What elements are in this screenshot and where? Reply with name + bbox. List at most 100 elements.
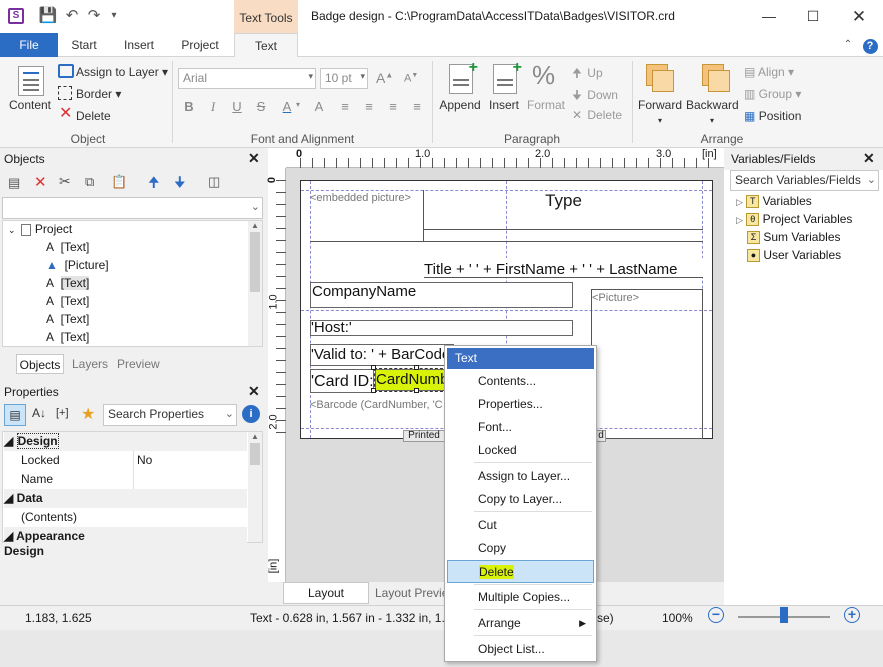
zoom-slider-thumb[interactable] bbox=[780, 607, 788, 623]
tab-preview-pane[interactable]: Preview bbox=[117, 357, 160, 371]
delete-object-icon[interactable]: ✕ bbox=[34, 173, 47, 191]
object-tree-scrollbar[interactable]: ▲ bbox=[248, 221, 262, 346]
tab-project[interactable]: Project bbox=[172, 33, 228, 57]
help-icon[interactable]: ? bbox=[860, 34, 880, 56]
company-name-field[interactable]: CompanyName bbox=[310, 282, 573, 308]
properties-scrollbar[interactable]: ▲ bbox=[248, 432, 262, 542]
tree-item-text[interactable]: A [Text] bbox=[46, 292, 89, 310]
var-item-user-variables[interactable]: ● User Variables bbox=[747, 246, 841, 264]
format-button[interactable]: Format bbox=[524, 98, 568, 112]
assign-to-layer-button[interactable]: Assign to Layer ▾ bbox=[76, 65, 168, 79]
menu-item-assign-to-layer[interactable]: Assign to Layer... bbox=[447, 465, 594, 488]
info-icon[interactable]: i bbox=[242, 405, 260, 423]
selection-handle[interactable] bbox=[414, 365, 419, 370]
position-button[interactable]: ▦ Position bbox=[744, 109, 801, 123]
favorites-star-icon[interactable]: ★ bbox=[81, 404, 95, 424]
search-variables-input[interactable]: Search Variables/Fields ⌄ bbox=[730, 170, 879, 191]
save-icon[interactable]: 💾 bbox=[38, 6, 58, 26]
menu-item-object-list[interactable]: Object List... bbox=[447, 638, 594, 661]
tab-insert[interactable]: Insert bbox=[114, 33, 164, 57]
object-selector-combo[interactable]: ⌄ bbox=[2, 197, 263, 219]
border-button[interactable]: Border ▾ bbox=[76, 87, 121, 101]
insert-paragraph-button[interactable]: Insert bbox=[482, 98, 526, 112]
menu-item-arrange[interactable]: Arrange ▶ bbox=[447, 612, 594, 635]
tab-start[interactable]: Start bbox=[62, 33, 106, 57]
tree-item-text[interactable]: A [Text] bbox=[46, 310, 89, 328]
sort-alpha-icon[interactable]: A↓ bbox=[32, 406, 46, 420]
tree-item-text[interactable]: A [Text] bbox=[46, 238, 89, 256]
valid-to-field[interactable]: 'Valid to: ' + BarCode bbox=[310, 344, 454, 366]
move-up-button[interactable]: 🠉 Up bbox=[572, 64, 603, 85]
var-item-project-variables[interactable]: ▷ θ Project Variables bbox=[736, 210, 852, 228]
text-effects-icon[interactable]: A bbox=[310, 98, 328, 116]
move-down-button[interactable]: 🠋 Down bbox=[572, 86, 618, 107]
delete-paragraph-button[interactable]: ✕ Delete bbox=[572, 108, 622, 122]
font-color-dropdown-icon[interactable]: ▾ bbox=[296, 100, 300, 109]
redo-icon[interactable]: ↷ bbox=[84, 6, 104, 26]
tree-item-project[interactable]: ⌄ Project bbox=[8, 220, 72, 238]
align-center-icon[interactable]: ≡ bbox=[360, 98, 378, 116]
tab-layers[interactable]: Layers bbox=[72, 357, 108, 371]
delete-object-button[interactable]: Delete bbox=[76, 109, 111, 123]
tree-item-picture[interactable]: ▲ [Picture] bbox=[46, 256, 109, 274]
bold-icon[interactable]: B bbox=[180, 98, 198, 116]
undo-icon[interactable]: ↶ bbox=[62, 6, 82, 26]
minimize-button[interactable]: — bbox=[746, 0, 792, 33]
var-item-variables[interactable]: ▷ T Variables bbox=[736, 192, 812, 210]
property-category-data[interactable]: ◢ Data bbox=[4, 489, 247, 508]
tab-file[interactable]: File bbox=[0, 33, 58, 57]
menu-item-delete[interactable]: Delete bbox=[447, 560, 594, 583]
menu-item-cut[interactable]: Cut bbox=[447, 514, 594, 537]
card-id-label-field[interactable]: 'Card ID:' bbox=[310, 369, 374, 393]
search-properties-input[interactable]: Search Properties ⌄ bbox=[103, 404, 237, 426]
menu-item-font[interactable]: Font... bbox=[447, 416, 594, 439]
property-value-locked[interactable]: No bbox=[137, 451, 152, 470]
justify-icon[interactable]: ≡ bbox=[408, 98, 426, 116]
variables-pane-close-icon[interactable]: ✕ bbox=[863, 150, 875, 167]
menu-item-contents[interactable]: Contents... bbox=[447, 370, 594, 393]
group-button[interactable]: ▥ Group ▾ bbox=[744, 87, 801, 101]
tree-item-text[interactable]: A [Text] bbox=[46, 328, 89, 346]
picture-field[interactable]: <Picture> bbox=[591, 289, 703, 439]
properties-pane-close-icon[interactable]: ✕ bbox=[248, 383, 260, 400]
shrink-font-icon[interactable]: A▼ bbox=[404, 72, 418, 85]
tab-text[interactable]: Text bbox=[234, 33, 298, 58]
zoom-out-icon[interactable]: − bbox=[708, 607, 724, 623]
object-list-icon[interactable]: ▤ bbox=[8, 175, 20, 191]
var-item-sum-variables[interactable]: Σ Sum Variables bbox=[747, 228, 841, 246]
menu-item-copy-to-layer[interactable]: Copy to Layer... bbox=[447, 488, 594, 511]
tab-objects[interactable]: Objects bbox=[16, 354, 64, 374]
host-field[interactable]: 'Host:' bbox=[310, 320, 573, 336]
customize-toolbar-icon[interactable]: ▾ bbox=[104, 6, 124, 26]
spacer-field[interactable] bbox=[424, 230, 703, 242]
underline-icon[interactable]: U bbox=[228, 98, 246, 116]
append-button[interactable]: Append bbox=[436, 98, 484, 112]
align-button[interactable]: ▤ Align ▾ bbox=[744, 65, 794, 79]
italic-icon[interactable]: I bbox=[204, 98, 222, 116]
menu-item-multiple-copies[interactable]: Multiple Copies... bbox=[447, 586, 594, 609]
grow-font-icon[interactable]: A▲ bbox=[376, 70, 393, 86]
property-category-design[interactable]: ◢ Design bbox=[4, 432, 247, 451]
title-name-field[interactable]: Title + ' ' + FirstName + ' ' + LastName bbox=[424, 258, 703, 278]
object-properties-icon[interactable]: ◫ bbox=[208, 174, 220, 190]
menu-item-copy[interactable]: Copy bbox=[447, 537, 594, 560]
menu-item-properties[interactable]: Properties... bbox=[447, 393, 594, 416]
tab-layout[interactable]: Layout bbox=[283, 582, 369, 604]
zoom-in-icon[interactable]: + bbox=[844, 607, 860, 623]
font-name-combo[interactable]: Arial ▾ bbox=[178, 68, 316, 89]
categorized-view-icon[interactable]: ▤ bbox=[4, 404, 26, 426]
forward-button[interactable]: Forward ▾ bbox=[634, 98, 686, 126]
objects-pane-close-icon[interactable]: ✕ bbox=[248, 150, 260, 167]
close-button[interactable]: ✕ bbox=[836, 0, 882, 33]
type-field[interactable]: Type bbox=[424, 190, 703, 230]
font-size-combo[interactable]: 10 pt ▾ bbox=[320, 68, 368, 89]
expand-all-icon[interactable]: [+] bbox=[56, 407, 69, 419]
selection-handle[interactable] bbox=[414, 388, 419, 393]
move-up-icon[interactable]: 🠉 bbox=[148, 172, 160, 196]
selection-handle[interactable] bbox=[371, 365, 376, 370]
align-right-icon[interactable]: ≡ bbox=[384, 98, 402, 116]
tree-item-text[interactable]: A [Text] bbox=[46, 274, 90, 292]
collapse-ribbon-icon[interactable]: ⌃ bbox=[838, 34, 858, 56]
card-number-field[interactable]: CardNumber bbox=[374, 368, 448, 392]
copy-icon[interactable]: ⧉ bbox=[85, 174, 94, 190]
